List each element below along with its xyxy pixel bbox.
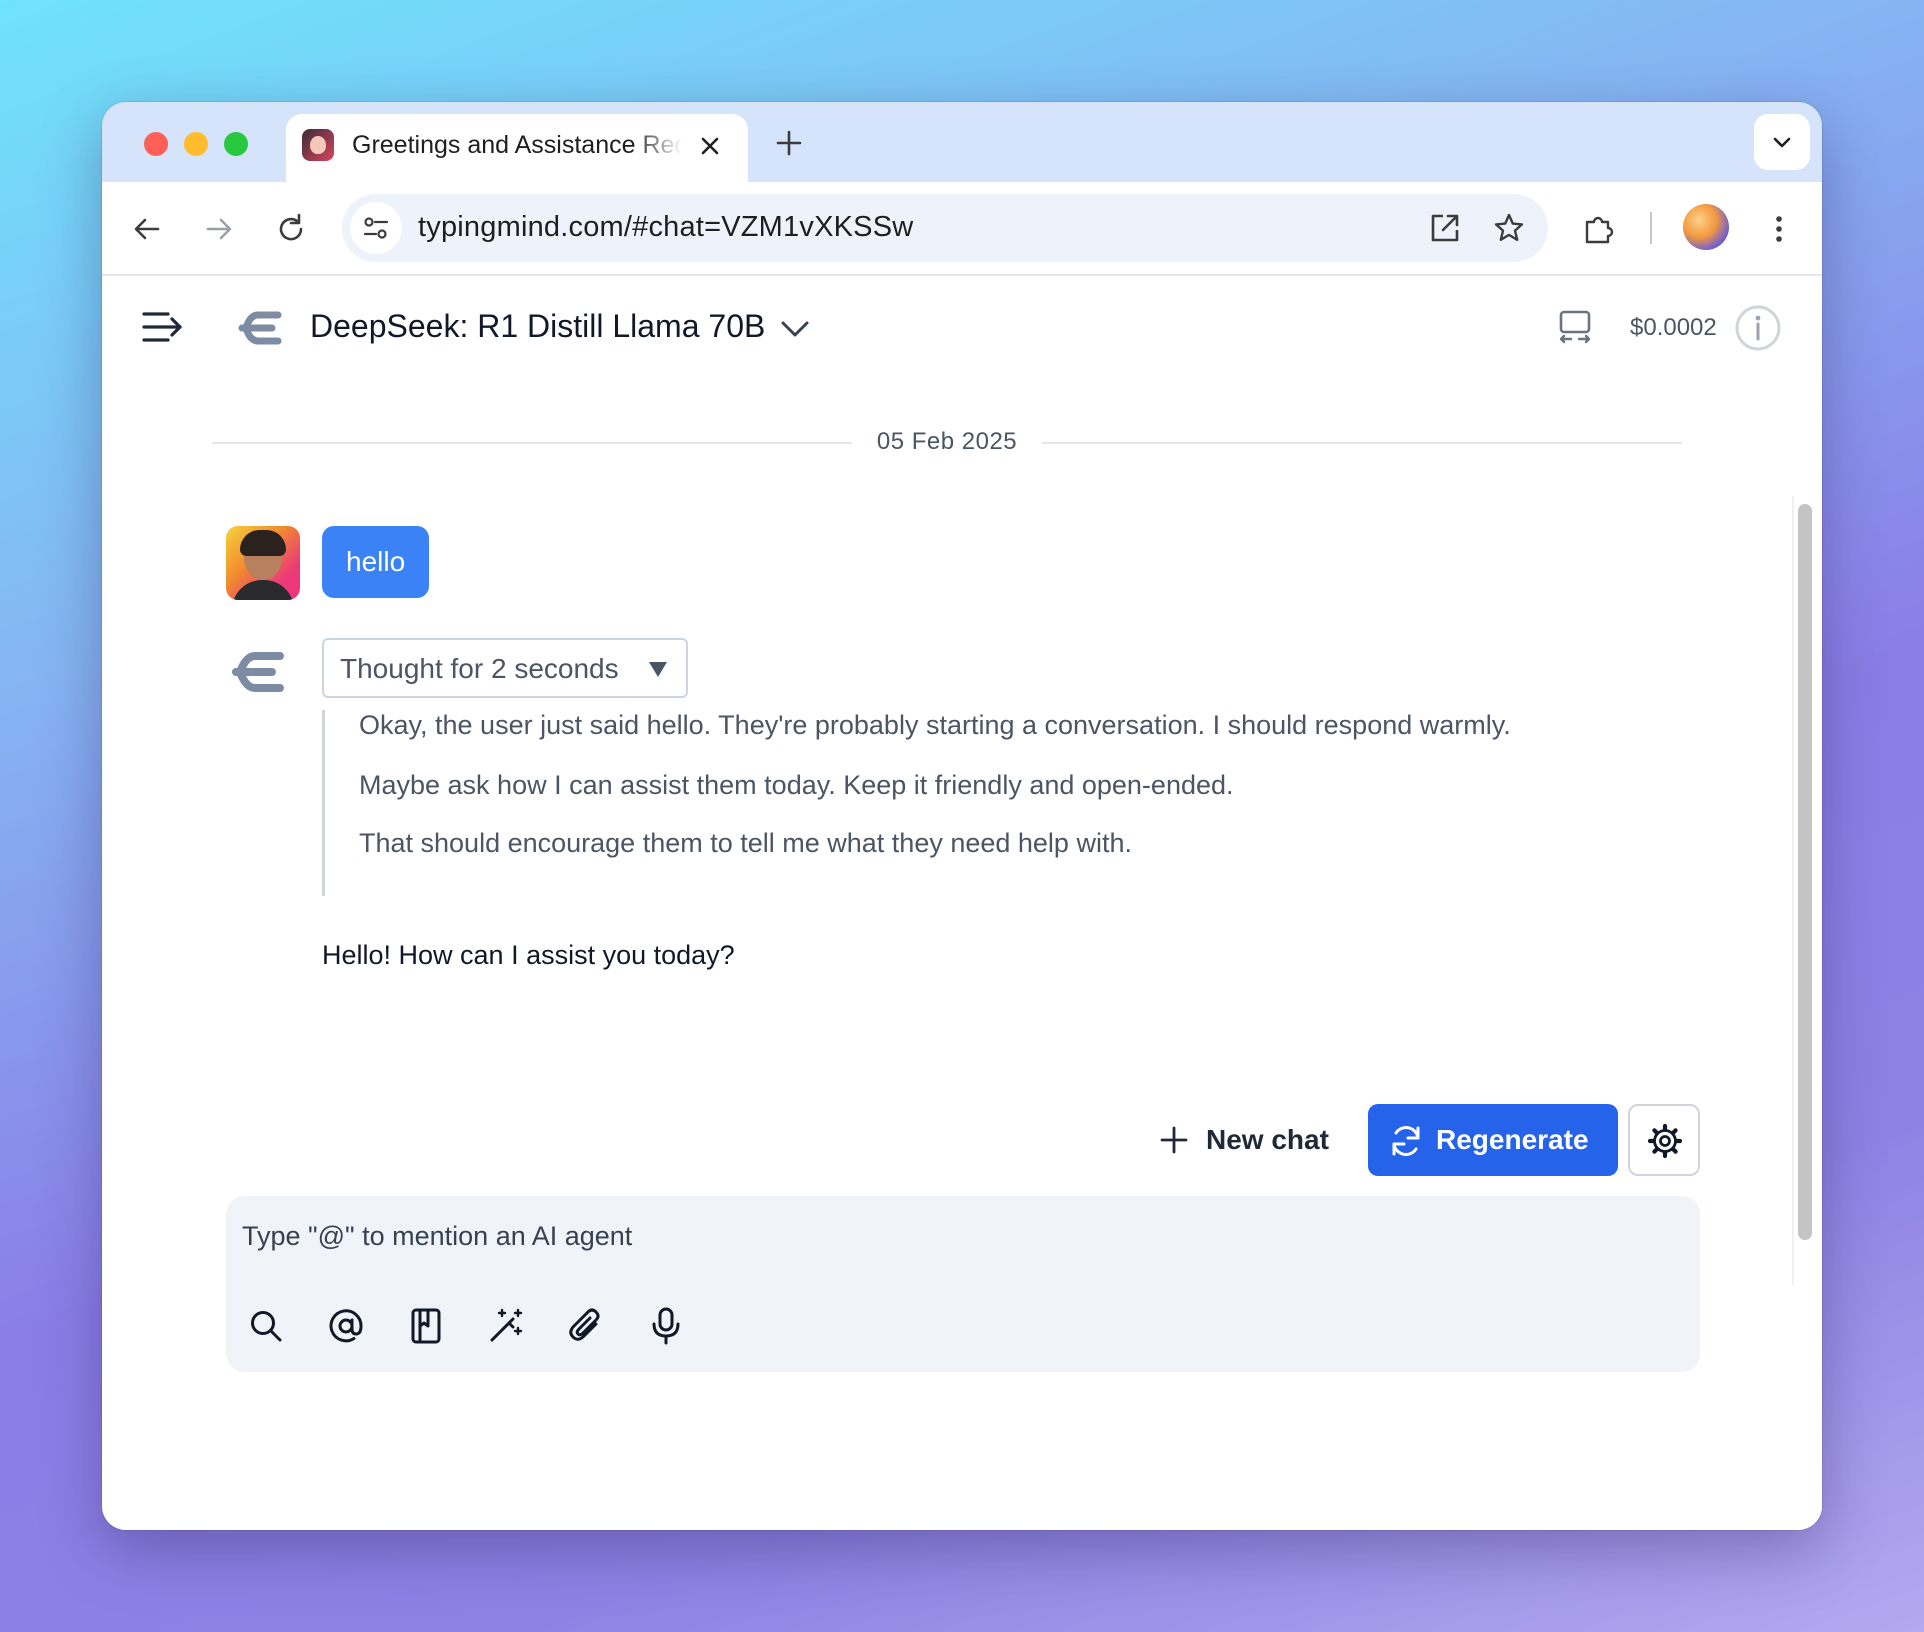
gear-icon (1647, 1123, 1683, 1159)
sidebar-toggle-icon[interactable] (140, 304, 186, 350)
attachment-icon[interactable] (566, 1306, 606, 1346)
user-avatar[interactable] (226, 526, 300, 600)
close-window-button[interactable] (144, 132, 168, 156)
browser-window: Greetings and Assistance Request (102, 102, 1822, 1530)
prompt-library-icon[interactable] (406, 1306, 446, 1346)
url-text[interactable]: typingmind.com/#chat=VZM1vXKSSw (418, 211, 913, 244)
minimize-window-button[interactable] (184, 132, 208, 156)
browser-toolbar: typingmind.com/#chat=VZM1vXKSSw (102, 182, 1822, 276)
open-in-app-icon[interactable] (1428, 211, 1462, 245)
message-composer (226, 1196, 1700, 1372)
date-divider-left (212, 442, 852, 444)
date-divider-label: 05 Feb 2025 (876, 428, 1018, 455)
browser-tab-active[interactable]: Greetings and Assistance Request (286, 114, 748, 182)
mention-at-icon[interactable] (326, 1306, 366, 1346)
thought-paragraph: That should encourage them to tell me wh… (359, 828, 1132, 858)
chevron-down-icon (1773, 137, 1791, 148)
toolbar-separator (1650, 212, 1652, 244)
info-icon[interactable] (1734, 304, 1782, 352)
profile-avatar[interactable] (1683, 204, 1729, 250)
chat-scrollbar-track (1792, 496, 1794, 1286)
user-message[interactable]: hello (322, 526, 430, 598)
tab-title: Greetings and Assistance Request (352, 131, 682, 159)
chevron-down-icon[interactable] (778, 312, 812, 346)
thought-toggle-label: Thought for 2 seconds (340, 653, 619, 684)
new-chat-button[interactable]: New chat (1142, 1104, 1332, 1176)
tab-strip: Greetings and Assistance Request (102, 102, 1822, 182)
thought-content: Okay, the user just said hello. They're … (322, 710, 1672, 896)
tab-close-icon[interactable] (696, 132, 724, 160)
assistant-message: Hello! How can I assist you today? (322, 940, 735, 970)
openrouter-logo-icon (238, 311, 282, 345)
search-icon[interactable] (246, 1306, 286, 1346)
chat-settings-button[interactable] (1628, 1104, 1700, 1176)
maximize-window-button[interactable] (224, 132, 248, 156)
more-vertical-icon[interactable] (1762, 212, 1796, 246)
reload-icon[interactable] (274, 212, 308, 246)
message-input[interactable] (242, 1208, 1682, 1264)
microphone-icon[interactable] (646, 1306, 686, 1346)
plus-icon (1160, 1126, 1188, 1154)
new-tab-icon[interactable] (774, 128, 804, 158)
typingmind-favicon-icon (302, 129, 334, 161)
tab-search-button[interactable] (1754, 114, 1810, 170)
typingmind-app: DeepSeek: R1 Distill Llama 70B $0.0002 0… (102, 276, 1822, 1530)
extensions-icon[interactable] (1582, 212, 1616, 246)
thought-toggle-button[interactable]: Thought for 2 seconds (322, 638, 688, 698)
address-bar[interactable]: typingmind.com/#chat=VZM1vXKSSw (342, 194, 1548, 262)
forward-icon[interactable] (202, 212, 236, 246)
thought-paragraph: Okay, the user just said hello. They're … (359, 710, 1511, 740)
model-selector[interactable]: DeepSeek: R1 Distill Llama 70B (310, 308, 765, 345)
chat-scrollbar-thumb[interactable] (1798, 504, 1812, 1240)
bookmark-star-icon[interactable] (1492, 211, 1526, 245)
ai-model-logo-icon (232, 652, 284, 692)
new-chat-label: New chat (1206, 1124, 1329, 1155)
sync-chat-icon[interactable] (1556, 308, 1594, 346)
back-icon[interactable] (130, 212, 164, 246)
regenerate-label: Regenerate (1436, 1124, 1589, 1155)
date-divider-right (1042, 442, 1682, 444)
chat-cost: $0.0002 (1630, 314, 1717, 341)
regenerate-button[interactable]: Regenerate (1368, 1104, 1618, 1176)
caret-down-icon (649, 662, 667, 677)
tune-icon (363, 217, 389, 239)
refresh-icon (1392, 1126, 1420, 1156)
site-info-button[interactable] (350, 202, 402, 254)
magic-wand-icon[interactable] (486, 1306, 526, 1346)
thought-paragraph: Maybe ask how I can assist them today. K… (359, 770, 1234, 800)
